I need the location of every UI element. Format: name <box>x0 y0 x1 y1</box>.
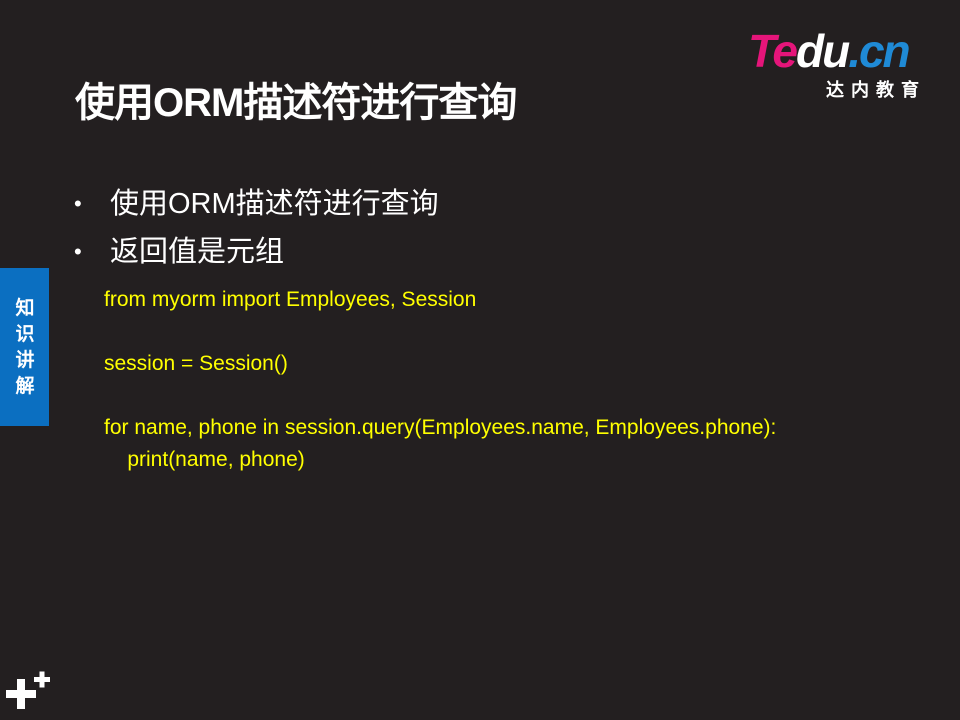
bullet-item: • 使用ORM描述符进行查询 <box>74 180 439 228</box>
bullet-dot: • <box>74 239 82 264</box>
plus-plus-icon <box>6 668 52 714</box>
slide-title: 使用ORM描述符进行查询 <box>75 81 517 125</box>
code-line: print(name, phone) <box>104 448 305 471</box>
code-line: for name, phone in session.query(Employe… <box>104 416 777 439</box>
side-tab-knowledge: 知识讲解 <box>0 268 49 426</box>
code-block: from myorm import Employees, Session ses… <box>104 284 776 476</box>
logo-du: du <box>795 25 850 77</box>
logo-cn: .cn <box>848 25 910 77</box>
bullet-text: 返回值是元组 <box>110 236 285 268</box>
side-tab-label: 知识讲解 <box>15 298 35 397</box>
bullet-dot: • <box>74 191 82 216</box>
logo-te: Te <box>748 25 798 77</box>
logo-wordmark: Tedu.cn <box>748 25 911 77</box>
logo-subtitle: 达内教育 <box>826 80 926 100</box>
bullet-item: • 返回值是元组 <box>74 228 439 276</box>
tedu-logo: Tedu.cn 达内教育 <box>748 26 938 100</box>
code-line: from myorm import Employees, Session <box>104 288 477 311</box>
bullet-text: 使用ORM描述符进行查询 <box>110 188 439 220</box>
code-line: session = Session() <box>104 352 288 375</box>
bullet-list: • 使用ORM描述符进行查询 • 返回值是元组 <box>74 180 439 276</box>
